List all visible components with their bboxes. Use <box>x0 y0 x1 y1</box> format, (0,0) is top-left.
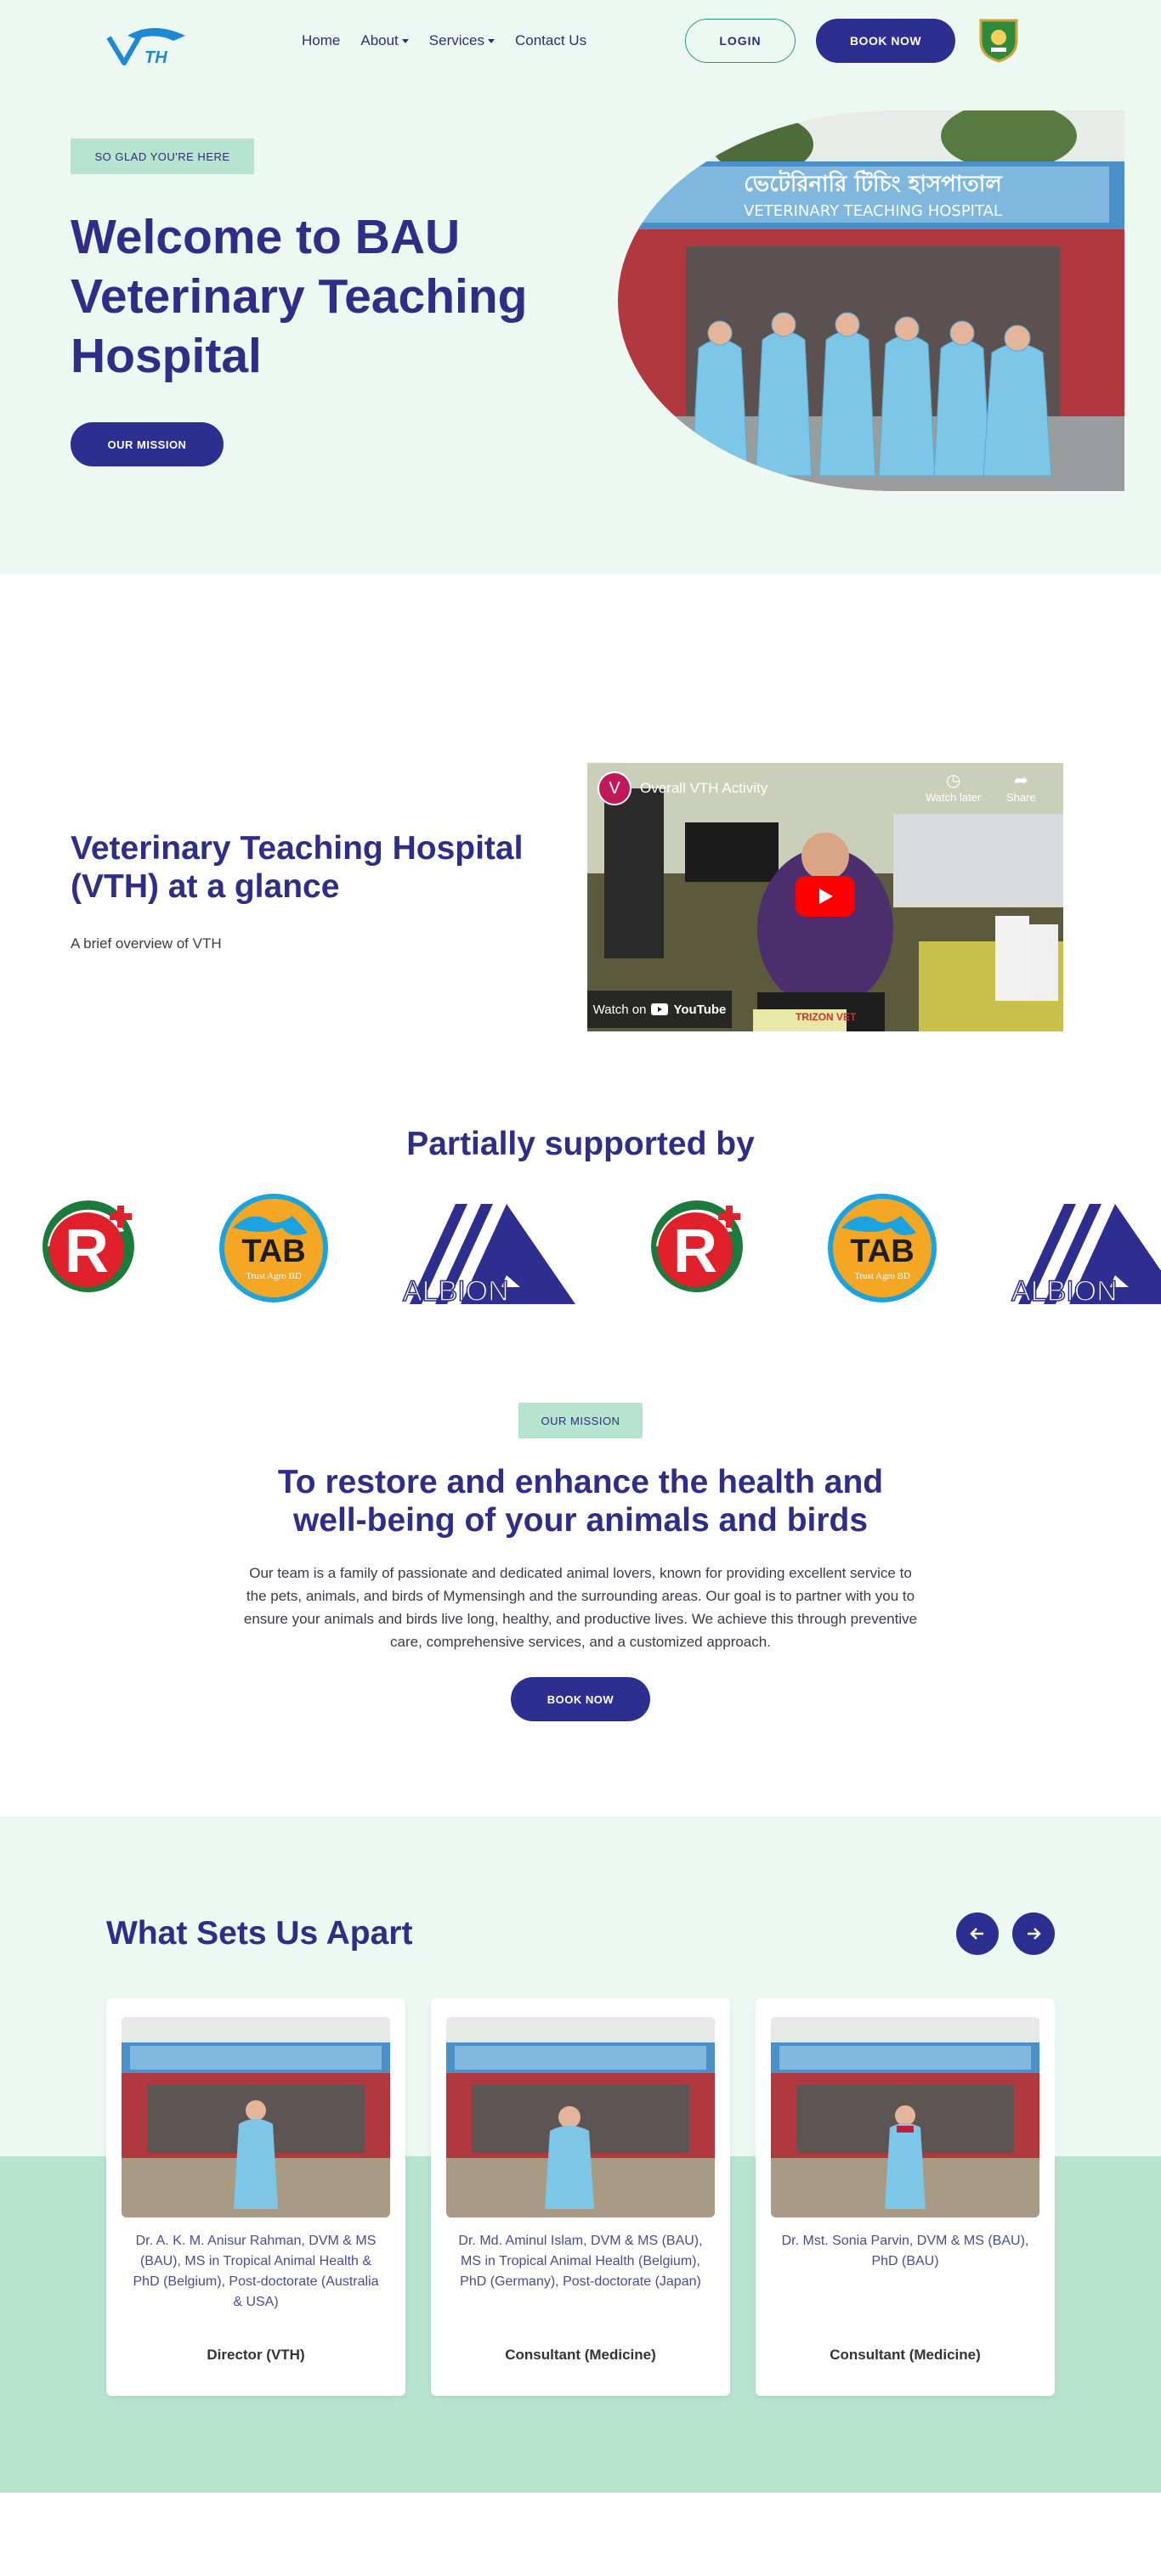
chevron-down-icon <box>487 39 495 44</box>
hero-section: SO GLAD YOU'RE HERE Welcome to BAU Veter… <box>0 0 1161 574</box>
mission-text: Our team is a family of passionate and d… <box>243 1565 918 1650</box>
mission-tag: OUR MISSION <box>518 1403 643 1438</box>
albion-logo: ALBION <box>1010 1194 1161 1313</box>
book-now-button[interactable]: BOOK NOW <box>511 1677 650 1721</box>
carousel-next-button[interactable] <box>1012 1912 1055 1955</box>
watch-later-control[interactable]: ◷ Watch later <box>926 770 981 804</box>
svg-text:ALBION: ALBION <box>403 1275 509 1308</box>
top-navigation: TH Home About Services Contact Us LOGIN … <box>0 0 1161 85</box>
doctor-name: Dr. Md. Aminul Islam, DVM & MS (BAU), MS… <box>458 2234 703 2289</box>
youtube-label: YouTube <box>673 1002 727 1017</box>
box-label: TRIZON VET <box>796 1011 857 1023</box>
doctor-name: Dr. Mst. Sonia Parvin, DVM & MS (BAU), P… <box>781 2234 1029 2268</box>
sign-bangla: ভেটেরিনারি টিচিং হাসপাতাল <box>744 169 1003 197</box>
main-menu: Home About Services Contact Us <box>302 32 586 49</box>
share-label: Share <box>1006 791 1036 804</box>
team-card[interactable]: Dr. A. K. M. Anisur Rahman, DVM & MS (BA… <box>106 1998 405 2396</box>
menu-contact-label: Contact Us <box>514 32 587 48</box>
watch-on-youtube-button[interactable]: Watch on YouTube <box>587 991 732 1028</box>
carousel-prev-button[interactable] <box>956 1912 999 1955</box>
doctor-photo <box>446 2017 715 2217</box>
doctor-role: Director (VTH) <box>207 2347 305 2363</box>
glance-subtitle: A brief overview of VTH <box>71 935 222 952</box>
play-icon <box>819 889 833 904</box>
share-control[interactable]: ➦ Share <box>1006 770 1036 804</box>
youtube-video-embed[interactable]: V Overall VTH Activity ◷ Watch later ➦ S… <box>587 763 1063 1031</box>
menu-about-label: About <box>360 32 399 48</box>
video-title[interactable]: Overall VTH Activity <box>640 780 767 797</box>
svg-text:R: R <box>673 1217 717 1285</box>
renata-logo: R <box>648 1194 750 1300</box>
sign-english: VETERINARY TEACHING HOSPITAL <box>744 202 1002 220</box>
arrow-left-icon <box>970 1928 983 1940</box>
hero-tag: SO GLAD YOU'RE HERE <box>71 138 254 174</box>
doctor-role: Consultant (Medicine) <box>505 2347 656 2363</box>
hero-photo: ভেটেরিনারি টিচিং হাসপাতাল VETERINARY TEA… <box>618 110 1124 491</box>
share-icon: ➦ <box>1013 771 1028 790</box>
tab-logo: TAB Trust Agro BD <box>216 1194 331 1308</box>
menu-services[interactable]: Services <box>429 32 495 49</box>
team-card[interactable]: Dr. Mst. Sonia Parvin, DVM & MS (BAU), P… <box>756 1998 1055 2396</box>
channel-avatar[interactable]: V <box>597 771 631 805</box>
doctor-name: Dr. A. K. M. Anisur Rahman, DVM & MS (BA… <box>133 2234 379 2309</box>
mission-title: To restore and enhance the health and we… <box>277 1464 884 1539</box>
hero-title: Welcome to BAU Veterinary Teaching Hospi… <box>71 210 528 383</box>
team-card[interactable]: Dr. Md. Aminul Islam, DVM & MS (BAU), MS… <box>431 1998 730 2396</box>
renata-logo: R <box>39 1194 141 1300</box>
watch-on-label: Watch on <box>592 1002 647 1017</box>
logo-text: TH <box>144 48 167 66</box>
menu-contact[interactable]: Contact Us <box>515 32 586 49</box>
doctor-role: Consultant (Medicine) <box>830 2347 981 2363</box>
our-mission-button[interactable]: OUR MISSION <box>71 422 224 466</box>
glance-title: Veterinary Teaching Hospital (VTH) at a … <box>71 830 524 905</box>
chevron-down-icon <box>401 39 409 44</box>
page-footer-space <box>0 2493 1161 2576</box>
menu-home[interactable]: Home <box>302 32 340 49</box>
tab-logo: TAB Trust Agro BD <box>824 1194 940 1308</box>
menu-services-label: Services <box>428 32 484 48</box>
login-button[interactable]: LOGIN <box>685 19 796 63</box>
watch-later-label: Watch later <box>926 791 982 804</box>
svg-text:Trust Agro BD: Trust Agro BD <box>854 1271 910 1281</box>
svg-text:R: R <box>65 1217 109 1285</box>
youtube-icon <box>651 1003 669 1015</box>
play-button[interactable] <box>796 876 855 917</box>
svg-text:TAB: TAB <box>850 1234 914 1269</box>
svg-text:Trust Agro BD: Trust Agro BD <box>246 1271 302 1281</box>
clock-icon: ◷ <box>945 771 961 790</box>
svg-text:ALBION: ALBION <box>1011 1275 1118 1308</box>
doctor-photo <box>122 2017 390 2217</box>
svg-text:TAB: TAB <box>241 1234 305 1269</box>
arrow-right-icon <box>1028 1928 1041 1940</box>
vth-logo[interactable]: TH <box>102 19 195 67</box>
doctor-photo <box>771 2017 1039 2217</box>
book-now-nav-button[interactable]: BOOK NOW <box>816 19 955 63</box>
supported-title: Partially supported by <box>406 1126 755 1162</box>
albion-logo: ALBION <box>401 1194 575 1313</box>
apart-title: What Sets Us Apart <box>106 1915 413 1952</box>
menu-about[interactable]: About <box>360 32 409 49</box>
university-crest-icon[interactable] <box>977 17 1020 63</box>
menu-home-label: Home <box>302 32 341 48</box>
